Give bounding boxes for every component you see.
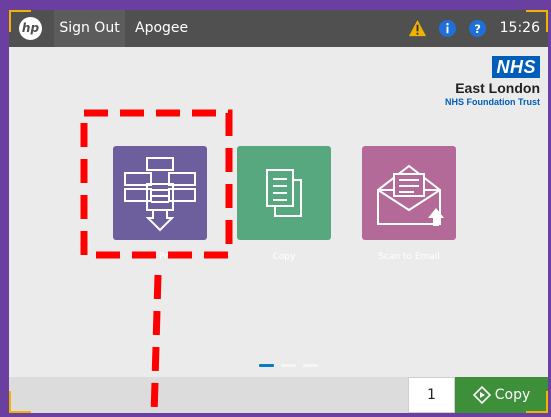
username-label: Apogee	[135, 20, 189, 36]
svg-text:?: ?	[474, 22, 481, 36]
frame-corner	[9, 391, 31, 413]
pull-print-tile[interactable]	[113, 146, 207, 240]
bottom-bar: 1 Copy	[9, 377, 548, 413]
start-diamond-icon	[472, 385, 491, 405]
frame-corner	[526, 10, 548, 32]
top-bar: hp Sign Out Apogee ? 15:26	[9, 10, 548, 47]
frame-corner	[526, 391, 548, 413]
copy-icon	[266, 169, 302, 217]
sign-out-button[interactable]: Sign Out	[54, 10, 125, 47]
frame-corner	[9, 10, 31, 32]
app-pull-print[interactable]: Pull Print	[113, 146, 207, 262]
copy-label: Copy	[272, 252, 296, 262]
app-scan-to-email[interactable]: Scan to Email	[362, 146, 456, 262]
app-copy[interactable]: Copy	[237, 146, 331, 262]
scan-to-email-label: Scan to Email	[378, 252, 440, 262]
copies-count-field[interactable]: 1	[408, 377, 455, 413]
page-dot-1[interactable]	[259, 364, 274, 367]
warning-icon[interactable]	[408, 19, 427, 38]
scan-to-email-icon	[377, 164, 444, 226]
info-icon[interactable]	[438, 19, 457, 38]
page-dot-2[interactable]	[281, 364, 296, 367]
printer-screen: hp Sign Out Apogee ? 15:26 NHS East Lond…	[9, 10, 548, 413]
pull-print-label: Pull Print	[140, 252, 180, 262]
org-name: East London	[455, 80, 540, 96]
nhs-branding: NHS East London NHS Foundation Trust	[445, 56, 540, 108]
page-dot-3[interactable]	[303, 364, 318, 367]
trust-name: NHS Foundation Trust	[445, 97, 540, 107]
copy-tile[interactable]	[237, 146, 331, 240]
pull-print-icon	[124, 157, 196, 232]
help-icon[interactable]: ?	[468, 19, 487, 38]
scan-to-email-tile[interactable]	[362, 146, 456, 240]
nhs-logo: NHS	[492, 56, 540, 78]
copy-button-label: Copy	[494, 387, 531, 403]
